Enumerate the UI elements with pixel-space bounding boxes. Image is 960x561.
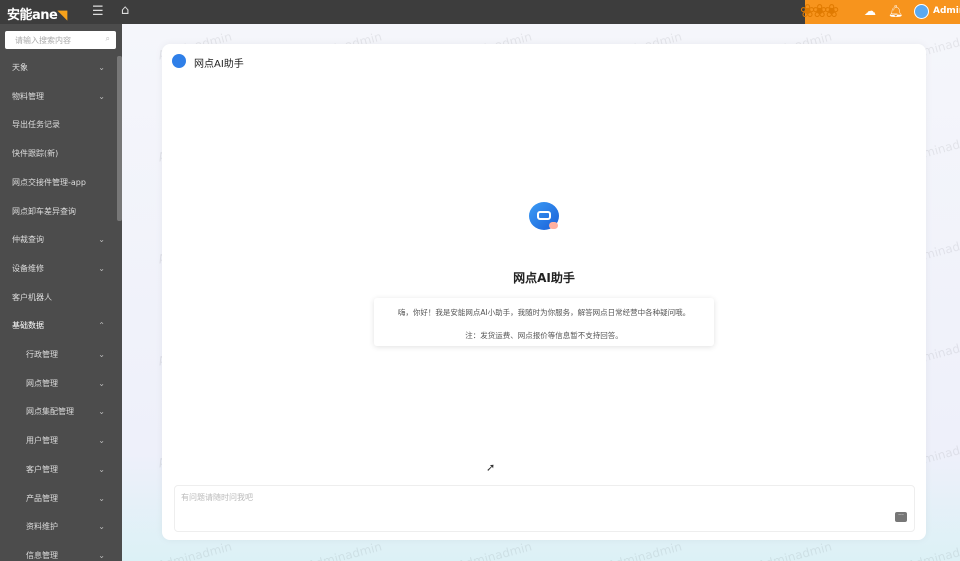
chat-input[interactable]: 有问题请随时问我吧 ··· [174,485,915,532]
bell-icon[interactable]: 🔔︎ [888,4,903,18]
menu-search-input[interactable]: 请输入搜索内容 ⌕ [5,31,116,49]
search-icon: ⌕ [105,34,110,43]
sidebar-subitem[interactable]: 网点集配管理 ⌄ [0,398,117,426]
chevron-down-icon: ⌄ [98,235,105,245]
sidebar-item[interactable]: 网点卸车差异查询 [0,198,117,226]
watermark: Adminadmin [756,539,834,561]
sidebar-subitem[interactable]: 客户管理 ⌄ [0,456,117,484]
sidebar-subitem[interactable]: 信息管理 ⌄ [0,542,117,561]
send-message-icon[interactable]: ··· [895,512,907,522]
chevron-down-icon: ⌄ [98,378,105,388]
welcome-text: 嗨，你好！我是安能网点AI小助手，我随时为你服务，解答网点日常经营中各种疑问哦。 [397,308,691,317]
mouse-cursor-icon: ➚ [486,461,496,474]
sidebar-item-label: 资料维护 [26,522,58,532]
sidebar-item[interactable]: 客户机器人 [0,284,117,312]
sidebar-item[interactable]: 网点交接件管理-app [0,169,117,197]
watermark: Adminadmin [606,539,684,561]
sidebar-subitem[interactable]: 资料维护 ⌄ [0,513,117,541]
assistant-icon [172,54,186,68]
sidebar-item[interactable]: 快件跟踪(新) [0,140,117,168]
sidebar-item-label: 设备维修 [12,263,44,273]
chevron-up-icon: ⌃ [98,321,105,331]
sidebar-item-label: 仲裁查询 [12,235,44,245]
chevron-down-icon: ⌄ [98,493,105,503]
chevron-down-icon: ⌄ [98,464,105,474]
chevron-down-icon: ⌄ [98,91,105,101]
sidebar-item[interactable]: 物料管理 ⌄ [0,83,117,111]
sidebar-item-label: 基础数据 [12,321,44,331]
sidebar-item-label: 导出任务记录 [12,120,60,130]
robot-chat-icon [529,202,559,230]
main-area: Adminadmin Adminadmin Adminadmin Adminadmin… [122,24,960,561]
chevron-down-icon: ⌄ [98,522,105,532]
watermark: Adminadmin [156,539,234,561]
top-bar: ❀❀❀ 安能ane◥ ☰ ⌂ ☁ 🔔︎ Admin [0,0,960,24]
sidebar-item-label: 客户管理 [26,464,58,474]
watermark: Adminadmin [456,539,534,561]
sidebar-subitem[interactable]: 产品管理 ⌄ [0,485,117,513]
sidebar-item[interactable]: 天象 ⌄ [0,54,117,82]
sidebar: 请输入搜索内容 ⌕ 天象 ⌄ 物料管理 ⌄ 导出任务记录 快件跟踪(新) 网点交接件管理-a… [0,24,122,561]
sidebar-item-label: 快件跟踪(新) [12,149,59,159]
sidebar-subitem[interactable]: 网点管理 ⌄ [0,370,117,398]
sidebar-item-label: 用户管理 [26,436,58,446]
sidebar-item-label: 客户机器人 [12,292,52,302]
sidebar-item-label: 网点交接件管理-app [12,177,86,187]
home-icon[interactable]: ⌂ [121,3,129,18]
chevron-down-icon: ⌄ [98,550,105,560]
welcome-message: 嗨，你好！我是安能网点AI小助手，我随时为你服务，解答网点日常经营中各种疑问哦。… [374,298,714,346]
watermark: Adminadmin [306,539,384,561]
welcome-note: 注：发货运费、网点报价等信息暂不支持回答。 [465,331,623,340]
chevron-down-icon: ⌄ [98,407,105,417]
cloud-pattern-icon: ❀❀❀ [800,1,839,22]
sidebar-item[interactable]: 仲裁查询 ⌄ [0,226,117,254]
chevron-down-icon: ⌄ [98,350,105,359]
chevron-down-icon: ⌄ [98,63,105,72]
sidebar-subitem[interactable]: 用户管理 ⌄ [0,427,117,455]
sidebar-item-label: 网点管理 [26,378,58,388]
logo: 安能ane◥ [7,8,67,23]
sidebar-item-label: 行政管理 [26,350,58,359]
sidebar-item[interactable]: 基础数据 ⌃ [0,312,117,340]
sidebar-item[interactable]: 导出任务记录 [0,111,117,139]
menu-collapse-icon[interactable]: ☰ [92,4,104,19]
chat-panel: 网点AI助手 网点AI助手 嗨，你好！我是安能网点AI小助手，我随时为你服务，解… [162,44,926,540]
sidebar-item-label: 网点卸车差异查询 [12,206,76,216]
user-name[interactable]: Admin [933,6,960,16]
sidebar-item-label: 天象 [12,63,28,72]
assistant-title: 网点AI助手 [513,271,575,285]
watermark: Adminadmin [906,539,960,561]
sidebar-item-label: 信息管理 [26,550,58,560]
avatar[interactable] [914,4,929,19]
panel-title: 网点AI助手 [194,59,244,70]
chat-input-placeholder: 有问题请随时问我吧 [181,493,253,502]
sidebar-item-label: 物料管理 [12,91,44,101]
chevron-down-icon: ⌄ [98,263,105,273]
sidebar-item-label: 网点集配管理 [26,407,74,417]
sidebar-subitem[interactable]: 行政管理 ⌄ [0,341,117,369]
chevron-down-icon: ⌄ [98,436,105,446]
cloud-upload-icon[interactable]: ☁ [864,4,876,18]
sidebar-item-label: 产品管理 [26,493,58,503]
sidebar-item[interactable]: 设备维修 ⌄ [0,255,117,283]
